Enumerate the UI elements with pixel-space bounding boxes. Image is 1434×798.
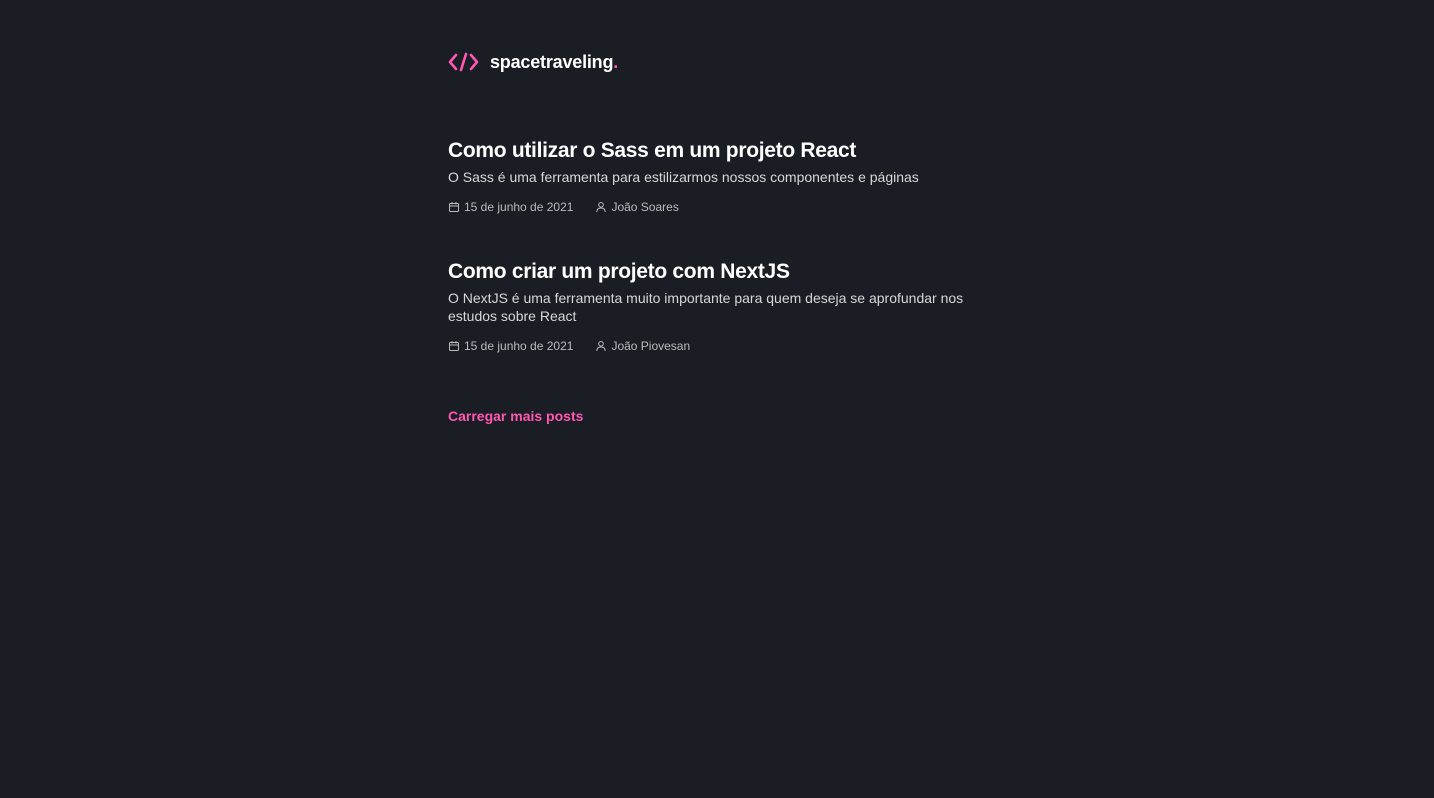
post-author: João Soares — [595, 200, 679, 214]
post-date: 15 de junho de 2021 — [448, 200, 573, 214]
post-subtitle: O Sass é uma ferramenta para estilizarmo… — [448, 169, 919, 185]
user-icon — [595, 340, 607, 352]
brand-name[interactable]: spacetraveling — [490, 52, 613, 73]
calendar-icon — [448, 340, 460, 352]
post-title[interactable]: Como utilizar o Sass em um projeto React — [448, 138, 1008, 164]
user-icon — [595, 201, 607, 213]
code-brackets-icon[interactable] — [448, 52, 479, 72]
brand-dot: . — [613, 51, 619, 72]
site-header: spacetraveling. — [448, 51, 618, 73]
post-item[interactable]: Como utilizar o Sass em um projeto React… — [448, 138, 1008, 214]
calendar-icon — [448, 201, 460, 213]
post-info: 15 de junho de 2021 João Piovesan — [448, 339, 1008, 353]
post-date: 15 de junho de 2021 — [448, 339, 573, 353]
post-author: João Piovesan — [595, 339, 690, 353]
post-author-text: João Piovesan — [611, 339, 691, 353]
post-item[interactable]: Como criar um projeto com NextJS O NextJ… — [448, 259, 1008, 353]
post-author-text: João Soares — [611, 200, 679, 214]
load-more-button[interactable]: Carregar mais posts — [448, 408, 583, 424]
post-date-text: 15 de junho de 2021 — [464, 339, 574, 353]
post-subtitle: O NextJS é uma ferramenta muito importan… — [448, 290, 964, 324]
post-title[interactable]: Como criar um projeto com NextJS — [448, 259, 1008, 285]
post-date-text: 15 de junho de 2021 — [464, 200, 574, 214]
post-info: 15 de junho de 2021 João Soares — [448, 200, 1008, 214]
